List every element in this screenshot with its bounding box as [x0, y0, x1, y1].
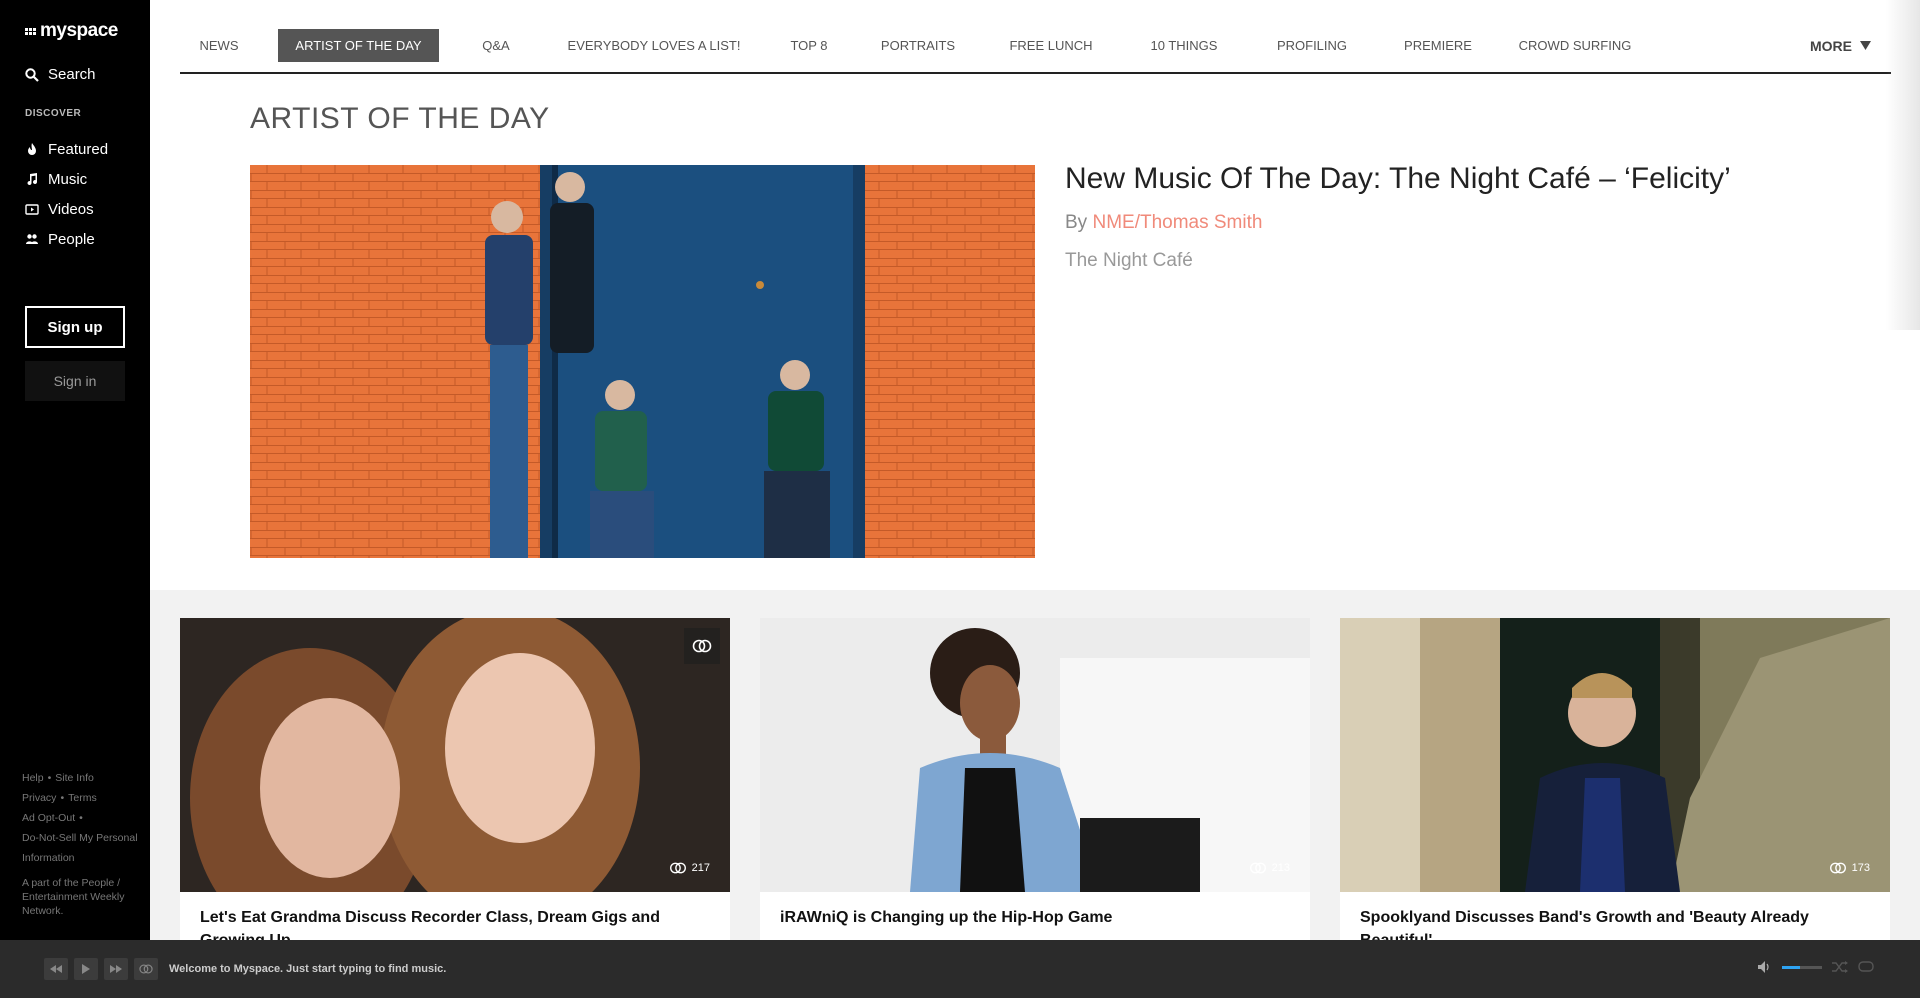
- tab-crowd-surfing[interactable]: CROWD SURFING: [1512, 29, 1638, 62]
- caret-down-icon: [1860, 41, 1871, 50]
- byline-prefix: By: [1065, 212, 1088, 233]
- terms-link[interactable]: Terms: [68, 792, 97, 804]
- more-label: MORE: [1810, 37, 1852, 54]
- sidebar: myspace Search DISCOVER Featured Music V…: [0, 0, 150, 940]
- sidebar-item-label: Videos: [48, 200, 94, 218]
- tab-profiling[interactable]: PROFILING: [1260, 29, 1364, 62]
- view-count: 173: [1829, 862, 1870, 874]
- card-photo-image: [180, 618, 730, 892]
- search-link[interactable]: Search: [25, 66, 96, 83]
- fast-forward-icon: [110, 965, 122, 973]
- more-menu-button[interactable]: MORE: [1810, 29, 1871, 62]
- tab-top-8[interactable]: TOP 8: [776, 29, 842, 62]
- volume-icon[interactable]: [1758, 961, 1772, 973]
- band-photo-image: [250, 165, 1035, 558]
- sidebar-item-people[interactable]: People: [25, 224, 108, 254]
- sign-up-button[interactable]: Sign up: [25, 306, 125, 348]
- tab-everybody-loves-a-list[interactable]: EVERYBODY LOVES A LIST!: [555, 29, 753, 62]
- hero-article-title[interactable]: New Music Of The Day: The Night Café – ‘…: [1065, 162, 1805, 196]
- volume-level: [1782, 965, 1800, 969]
- card-image: 173: [1340, 618, 1890, 892]
- search-icon: [25, 67, 39, 82]
- footer-links: Help • Site Info Privacy • Terms Ad Opt-Out •…: [22, 772, 138, 864]
- discover-nav: Featured Music Videos People: [25, 134, 108, 254]
- view-count-value: 173: [1851, 862, 1870, 874]
- rewind-icon: [50, 965, 62, 973]
- tab-news[interactable]: NEWS: [180, 29, 258, 62]
- help-link[interactable]: Help: [22, 772, 44, 784]
- page-title: ARTIST OF THE DAY: [250, 102, 550, 135]
- card-title[interactable]: iRAWniQ is Changing up the Hip-Hop Game: [760, 892, 1310, 943]
- volume-slider[interactable]: [1782, 965, 1822, 969]
- article-card[interactable]: 173 Spooklyand Discusses Band's Growth a…: [1340, 618, 1890, 958]
- card-photo-image: [1340, 618, 1890, 892]
- article-grid: 217 Let's Eat Grandma Discuss Recorder C…: [150, 590, 1920, 958]
- sidebar-item-featured[interactable]: Featured: [25, 134, 108, 164]
- people-icon: [26, 234, 38, 244]
- myspace-logo[interactable]: myspace: [25, 20, 118, 42]
- player-bar: Welcome to Myspace. Just start typing to…: [0, 940, 1920, 998]
- logo-text: myspace: [40, 20, 118, 41]
- card-image: 217: [180, 618, 730, 892]
- tab-artist-of-the-day[interactable]: ARTIST OF THE DAY: [278, 29, 439, 62]
- do-not-sell-link[interactable]: Do-Not-Sell My Personal Information: [22, 832, 138, 864]
- network-note: A part of the People / Entertainment Wee…: [22, 877, 125, 917]
- ad-opt-out-link[interactable]: Ad Opt-Out: [22, 812, 75, 824]
- shuffle-icon[interactable]: [1832, 961, 1848, 973]
- tab-qa[interactable]: Q&A: [461, 29, 531, 62]
- volume-area: [1758, 961, 1874, 973]
- article-card[interactable]: 217 Let's Eat Grandma Discuss Recorder C…: [180, 618, 730, 958]
- hero-byline: By NME/Thomas Smith: [1065, 212, 1262, 234]
- rings-icon: [669, 862, 686, 874]
- play-icon: [82, 964, 90, 974]
- card-image: 213: [760, 618, 1310, 892]
- hero-artist-link[interactable]: The Night Café: [1065, 250, 1193, 272]
- rings-icon: [139, 964, 153, 974]
- add-to-playlist-button[interactable]: [684, 628, 720, 664]
- sidebar-item-videos[interactable]: Videos: [25, 194, 108, 224]
- sidebar-item-label: Featured: [48, 140, 109, 158]
- music-note-icon: [27, 173, 38, 186]
- tab-portraits[interactable]: PORTRAITS: [866, 29, 970, 62]
- next-button[interactable]: [104, 958, 128, 980]
- sidebar-item-music[interactable]: Music: [25, 164, 108, 194]
- connect-button[interactable]: [134, 958, 158, 980]
- player-message: Welcome to Myspace. Just start typing to…: [169, 963, 447, 975]
- rings-icon: [1829, 862, 1846, 874]
- view-count-value: 213: [1271, 862, 1290, 874]
- tab-premiere[interactable]: PREMIERE: [1388, 29, 1488, 62]
- play-button[interactable]: [74, 958, 98, 980]
- player-controls: [44, 958, 158, 980]
- category-nav: NEWS ARTIST OF THE DAY Q&A EVERYBODY LOV…: [180, 29, 1891, 74]
- rings-icon: [692, 639, 712, 653]
- tab-10-things[interactable]: 10 THINGS: [1132, 29, 1236, 62]
- video-icon: [25, 204, 39, 215]
- scroll-shadow: [1886, 0, 1920, 330]
- sign-in-button[interactable]: Sign in: [25, 361, 125, 401]
- sidebar-item-label: Music: [48, 170, 88, 188]
- discover-heading: DISCOVER: [25, 108, 82, 119]
- site-info-link[interactable]: Site Info: [55, 772, 94, 784]
- card-photo-image: [760, 618, 1310, 892]
- view-count: 217: [669, 862, 710, 874]
- tab-free-lunch[interactable]: FREE LUNCH: [994, 29, 1108, 62]
- rings-icon: [1249, 862, 1266, 874]
- chat-icon[interactable]: [1858, 961, 1874, 973]
- article-card[interactable]: 213 iRAWniQ is Changing up the Hip-Hop G…: [760, 618, 1310, 958]
- view-count: 213: [1249, 862, 1290, 874]
- sidebar-item-label: People: [48, 230, 95, 248]
- hero-image[interactable]: [250, 165, 1035, 558]
- previous-button[interactable]: [44, 958, 68, 980]
- search-label: Search: [48, 66, 96, 83]
- privacy-link[interactable]: Privacy: [22, 792, 56, 804]
- flame-icon: [28, 143, 36, 155]
- author-link[interactable]: NME/Thomas Smith: [1092, 212, 1262, 233]
- view-count-value: 217: [691, 862, 710, 874]
- logo-grid-icon: [25, 27, 36, 35]
